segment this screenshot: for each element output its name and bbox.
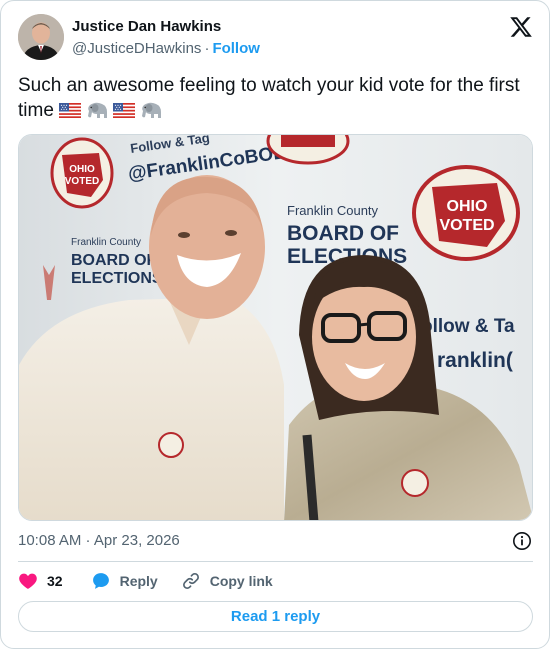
author-name[interactable]: Justice Dan Hawkins	[72, 17, 221, 37]
svg-text:ELECTIONS: ELECTIONS	[71, 270, 163, 287]
like-count: 32	[47, 573, 63, 589]
backdrop-partial-follow: ollow & Ta	[421, 316, 515, 337]
svg-text:OHIO: OHIO	[69, 164, 95, 175]
like-button[interactable]: 32	[18, 571, 63, 591]
x-logo-icon[interactable]	[509, 15, 533, 39]
info-icon[interactable]	[512, 531, 532, 551]
divider	[18, 561, 533, 562]
link-icon	[182, 573, 199, 589]
follow-button[interactable]: Follow	[212, 40, 260, 57]
tweet-text: Such an awesome feeling to watch your ki…	[18, 73, 528, 123]
author-handle-row: @JusticeDHawkins · Follow	[72, 39, 260, 59]
tweet-card: Justice Dan Hawkins @JusticeDHawkins · Fol…	[0, 0, 550, 649]
reply-label: Reply	[119, 573, 158, 589]
elephant-emoji	[87, 102, 107, 118]
svg-text:VOTED: VOTED	[65, 176, 99, 187]
tweet-timestamp[interactable]: 10:08 AM · Apr 23, 2026	[18, 531, 180, 551]
tweet-emojis	[58, 100, 163, 120]
reply-button[interactable]: Reply	[91, 571, 158, 591]
svg-text:Franklin County: Franklin County	[287, 203, 379, 218]
author-avatar[interactable]	[18, 14, 64, 60]
photo-illustration: OHIO VOTED Follow & Tag @FranklinCoBOE F…	[19, 135, 532, 520]
svg-text:Franklin County: Franklin County	[71, 237, 141, 248]
svg-text:BOARD OF: BOARD OF	[287, 222, 399, 245]
copy-link-label: Copy link	[209, 573, 273, 589]
svg-text:OHIO: OHIO	[447, 198, 488, 215]
svg-text:VOTED: VOTED	[439, 217, 494, 234]
reply-bubble-icon	[92, 573, 109, 589]
backdrop-partial-handle: ranklin(	[437, 349, 513, 372]
svg-text:BOARD OF: BOARD OF	[71, 252, 157, 269]
copy-link-button[interactable]: Copy link	[181, 571, 273, 591]
us-flag-emoji	[112, 103, 135, 118]
read-replies-button[interactable]: Read 1 reply	[18, 601, 533, 632]
backdrop-sticker-large: OHIO VOTED	[412, 165, 520, 261]
separator-dot: ·	[204, 40, 210, 57]
us-flag-emoji	[58, 103, 81, 118]
backdrop-sticker: OHIO VOTED	[50, 137, 114, 209]
heart-icon	[19, 573, 37, 589]
author-handle[interactable]: @JusticeDHawkins	[72, 40, 201, 57]
tweet-actions: 32 Reply Copy link	[18, 569, 273, 593]
tweet-photo[interactable]: OHIO VOTED Follow & Tag @FranklinCoBOE F…	[18, 134, 533, 521]
elephant-emoji	[141, 102, 161, 118]
